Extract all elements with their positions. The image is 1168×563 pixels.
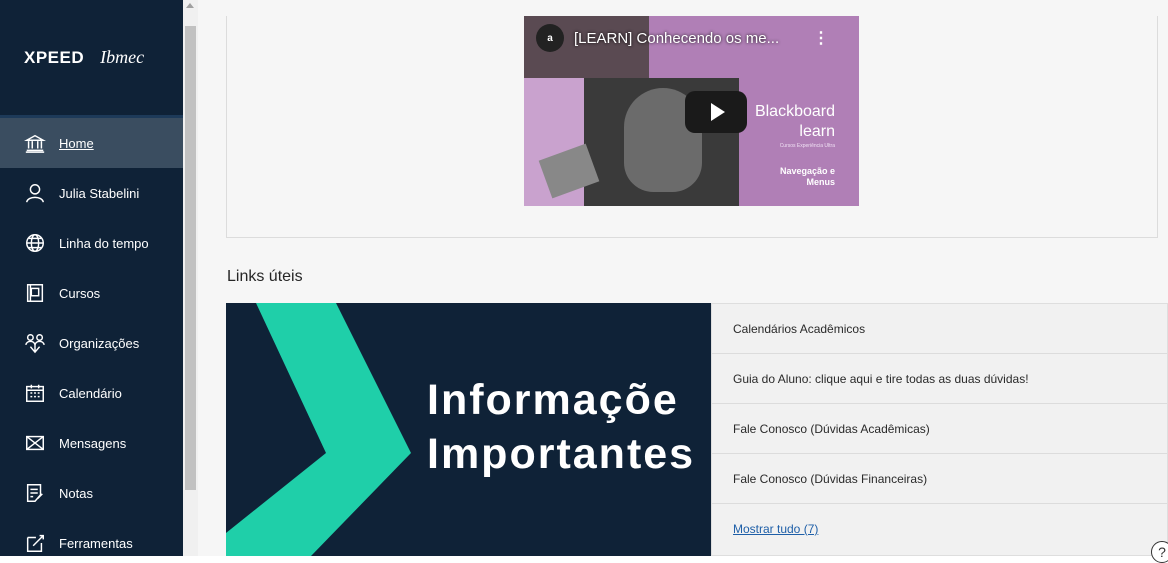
scrollbar-thumb[interactable]: [185, 26, 196, 490]
sidebar-item-label: Ferramentas: [59, 535, 133, 551]
banner-text: Informaçõe Importantes: [427, 373, 695, 481]
scroll-up-icon[interactable]: [186, 3, 194, 8]
link-contact-academic[interactable]: Fale Conosco (Dúvidas Acadêmicas): [712, 404, 1167, 454]
bank-icon: [24, 132, 46, 154]
sidebar-item-tools[interactable]: Ferramentas: [0, 518, 183, 556]
video-subtitle: Navegação e Menus: [780, 166, 835, 188]
brand-logo[interactable]: XPEED Ibmec: [0, 0, 183, 118]
sidebar-item-label: Home: [59, 135, 94, 151]
video-player[interactable]: a [LEARN] Conhecendo os me... ⋮ Blackboa…: [524, 16, 859, 206]
video-tiny-caption: Cursos Experiência Ultra: [779, 143, 835, 149]
sidebar-item-timeline[interactable]: Linha do tempo: [0, 218, 183, 268]
sidebar-scrollbar[interactable]: [183, 0, 198, 556]
brand-ibmec: Ibmec: [100, 47, 145, 67]
main-content: a [LEARN] Conhecendo os me... ⋮ Blackboa…: [198, 0, 1168, 556]
sidebar-item-label: Organizações: [59, 335, 140, 351]
sidebar-item-messages[interactable]: Mensagens: [0, 418, 183, 468]
sidebar-item-courses[interactable]: Cursos: [0, 268, 183, 318]
links-card: Informaçõe Importantes Calendários Acadê…: [226, 303, 1168, 556]
show-all-link[interactable]: Mostrar tudo (7): [712, 504, 1167, 554]
notes-icon: [24, 482, 46, 504]
video-title[interactable]: [LEARN] Conhecendo os me...: [574, 30, 779, 47]
video-title-bar: a [LEARN] Conhecendo os me...: [524, 16, 859, 60]
useful-links-list: Calendários Acadêmicos Guia do Aluno: cl…: [711, 303, 1168, 556]
more-options-icon[interactable]: ⋮: [813, 28, 829, 48]
channel-avatar[interactable]: a: [536, 24, 564, 52]
globe-icon: [24, 232, 46, 254]
sidebar-nav: Home Julia Stabelini Linha do tempo Curs…: [0, 118, 183, 556]
sidebar-item-label: Mensagens: [59, 435, 127, 451]
video-card: a [LEARN] Conhecendo os me... ⋮ Blackboa…: [226, 16, 1158, 238]
sidebar-item-label: Notas: [59, 485, 93, 501]
help-icon[interactable]: ?: [1151, 541, 1168, 563]
section-title-links: Links úteis: [227, 268, 303, 285]
person-icon: [24, 182, 46, 204]
banner-line1: Informaçõe: [427, 376, 679, 424]
sidebar-item-calendar[interactable]: Calendário: [0, 368, 183, 418]
video-brand-line2: learn: [799, 123, 835, 140]
tools-icon: [24, 532, 46, 554]
banner-line2: Importantes: [427, 430, 696, 478]
brand-xpeed: XPEED: [24, 47, 85, 67]
link-academic-calendars[interactable]: Calendários Acadêmicos: [712, 304, 1167, 354]
info-banner[interactable]: Informaçõe Importantes: [226, 303, 711, 556]
sidebar-item-label: Calendário: [59, 385, 122, 401]
sidebar-item-label: Linha do tempo: [59, 235, 149, 251]
play-button[interactable]: [685, 91, 747, 133]
sidebar-item-home[interactable]: Home: [0, 118, 183, 168]
link-student-guide[interactable]: Guia do Aluno: clique aqui e tire todas …: [712, 354, 1167, 404]
sidebar-item-organizations[interactable]: Organizações: [0, 318, 183, 368]
book-icon: [24, 282, 46, 304]
video-brand-text: Blackboard learn: [755, 102, 835, 142]
people-icon: [24, 332, 46, 354]
mail-icon: [24, 432, 46, 454]
sidebar: XPEED Ibmec Home Julia Stabelini Linha d…: [0, 0, 183, 556]
link-contact-financial[interactable]: Fale Conosco (Dúvidas Financeiras): [712, 454, 1167, 504]
sidebar-item-label: Cursos: [59, 285, 101, 301]
video-brand-line1: Blackboard: [754, 103, 835, 120]
sidebar-item-label: Julia Stabelini: [59, 185, 140, 201]
sidebar-item-grades[interactable]: Notas: [0, 468, 183, 518]
video-subtitle-line2: Menus: [806, 177, 835, 187]
calendar-icon: [24, 382, 46, 404]
video-subtitle-line1: Navegação e: [779, 166, 835, 176]
sidebar-item-profile[interactable]: Julia Stabelini: [0, 168, 183, 218]
